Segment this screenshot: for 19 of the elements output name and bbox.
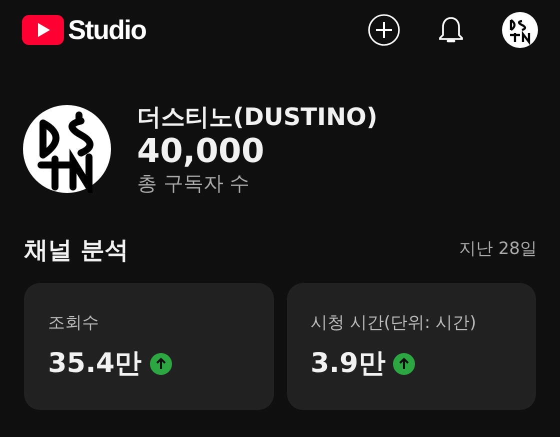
metric-card[interactable]: 조회수 35.4만 (24, 282, 274, 410)
logo-text: Studio (68, 14, 146, 47)
period-label: 지난 28일 (458, 238, 537, 261)
notifications-button[interactable] (438, 15, 464, 45)
account-button[interactable] (502, 12, 538, 48)
bell-icon (438, 15, 464, 45)
avatar-icon (502, 12, 538, 48)
channel-name: 더스티노(DUSTINO) (137, 103, 378, 132)
subscriber-label: 총 구독자 수 (137, 170, 251, 196)
section-title: 채널 분석 (24, 234, 128, 266)
create-button[interactable] (368, 14, 400, 46)
metric-value: 35.4만 (48, 347, 142, 382)
subscriber-count: 40,000 (137, 132, 266, 170)
metric-card[interactable]: 시청 시간(단위: 시간) 3.9만 (286, 282, 536, 410)
metric-value: 3.9만 (310, 347, 386, 382)
plus-icon (368, 14, 400, 46)
metric-label: 조회수 (48, 312, 100, 335)
metric-label: 시청 시간(단위: 시간) (310, 312, 478, 335)
play-logo-icon (22, 15, 64, 45)
